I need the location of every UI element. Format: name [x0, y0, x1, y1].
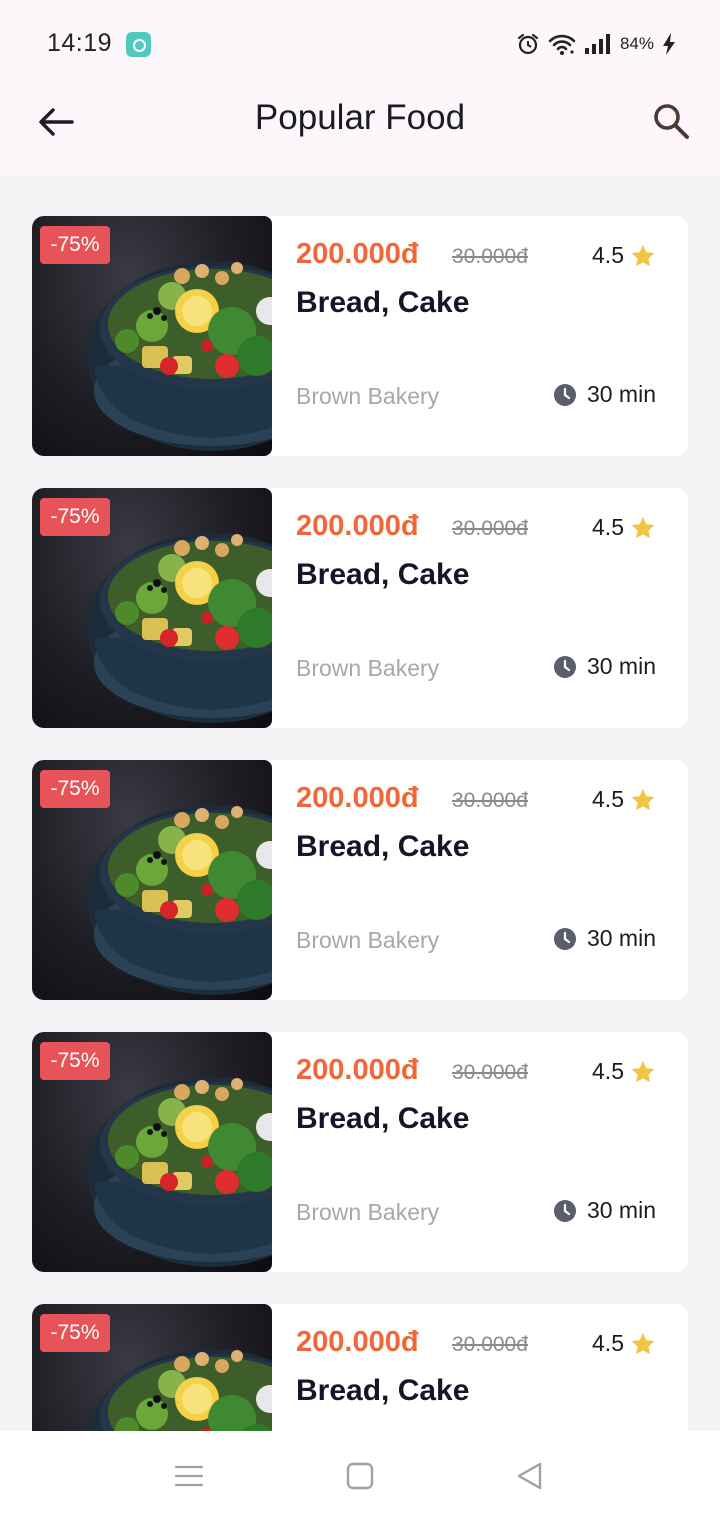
- app-notification-icon: [126, 32, 151, 57]
- star-icon: [631, 244, 655, 266]
- food-name: Bread, Cake: [296, 1102, 470, 1135]
- delivery-time-text: 30 min: [586, 653, 656, 679]
- food-image[interactable]: -75%: [32, 1304, 272, 1431]
- delivery-time-text: 30 min: [586, 381, 656, 407]
- discount-badge: -75%: [40, 770, 110, 808]
- status-time: 14:19: [47, 29, 113, 57]
- shop-name: Brown Bakery: [296, 927, 440, 953]
- alarm-icon: [517, 33, 539, 55]
- rating: 4.5: [592, 514, 656, 541]
- status-bar: 14:19 84%: [0, 0, 720, 80]
- price: 200.000đ: [296, 782, 419, 814]
- price: 200.000đ: [296, 510, 419, 542]
- delivery-time: 30 min: [553, 1197, 656, 1224]
- system-nav-bar: [0, 1431, 720, 1520]
- app-bar: Popular Food: [0, 80, 720, 176]
- old-price: 30.000đ: [452, 1061, 528, 1084]
- clock-icon: [553, 927, 576, 950]
- charging-icon: [663, 33, 675, 55]
- discount-badge: -75%: [40, 498, 110, 536]
- shop-name: Brown Bakery: [296, 655, 440, 681]
- wifi-icon: [548, 34, 576, 55]
- food-name: Bread, Cake: [296, 286, 470, 319]
- food-image[interactable]: -75%: [32, 216, 272, 456]
- food-card[interactable]: -75% 200.000đ 30.000đ 4.5 Bread, Cake Br…: [32, 1304, 688, 1431]
- delivery-time: 30 min: [553, 925, 656, 952]
- rating-value: 4.5: [592, 514, 624, 540]
- food-card[interactable]: -75% 200.000đ 30.000đ 4.5 Bread, Cake Br…: [32, 760, 688, 1000]
- food-name: Bread, Cake: [296, 558, 470, 591]
- old-price: 30.000đ: [452, 245, 528, 268]
- rating-value: 4.5: [592, 786, 624, 812]
- star-icon: [631, 1332, 655, 1354]
- battery-percentage: 84%: [619, 34, 654, 53]
- rating-value: 4.5: [592, 1330, 624, 1356]
- clock-icon: [553, 1199, 576, 1222]
- delivery-time-text: 30 min: [586, 925, 656, 951]
- delivery-time-text: 30 min: [586, 1197, 656, 1223]
- price: 200.000đ: [296, 238, 419, 270]
- rating: 4.5: [592, 786, 656, 813]
- food-card[interactable]: -75% 200.000đ 30.000đ 4.5 Bread, Cake Br…: [32, 1032, 688, 1272]
- discount-badge: -75%: [40, 1314, 110, 1352]
- price: 200.000đ: [296, 1326, 419, 1358]
- food-name: Bread, Cake: [296, 1374, 470, 1407]
- rating: 4.5: [592, 242, 656, 269]
- old-price: 30.000đ: [452, 1333, 528, 1356]
- clock-icon: [553, 383, 576, 406]
- food-name: Bread, Cake: [296, 830, 470, 863]
- clock-icon: [553, 655, 576, 678]
- food-card[interactable]: -75% 200.000đ 30.000đ 4.5 Bread, Cake Br…: [32, 216, 688, 456]
- star-icon: [631, 788, 655, 810]
- menu-icon[interactable]: [174, 1461, 204, 1491]
- signal-icon: [584, 34, 610, 54]
- search-button[interactable]: [648, 98, 694, 144]
- shop-name: Brown Bakery: [296, 1199, 440, 1225]
- rating: 4.5: [592, 1058, 656, 1085]
- rating-value: 4.5: [592, 242, 624, 268]
- rating-value: 4.5: [592, 1058, 624, 1084]
- status-icons: 84%: [516, 30, 676, 58]
- discount-badge: -75%: [40, 226, 110, 264]
- food-image[interactable]: -75%: [32, 1032, 272, 1272]
- rating: 4.5: [592, 1330, 656, 1357]
- price: 200.000đ: [296, 1054, 419, 1086]
- home-icon[interactable]: [345, 1461, 375, 1491]
- discount-badge: -75%: [40, 1042, 110, 1080]
- back-triangle-icon[interactable]: [515, 1461, 545, 1491]
- food-card[interactable]: -75% 200.000đ 30.000đ 4.5 Bread, Cake Br…: [32, 488, 688, 728]
- old-price: 30.000đ: [452, 789, 528, 812]
- old-price: 30.000đ: [452, 517, 528, 540]
- star-icon: [631, 1060, 655, 1082]
- search-icon: [654, 104, 689, 139]
- delivery-time: 30 min: [553, 381, 656, 408]
- food-image[interactable]: -75%: [32, 760, 272, 1000]
- star-icon: [631, 516, 655, 538]
- food-image[interactable]: -75%: [32, 488, 272, 728]
- shop-name: Brown Bakery: [296, 383, 440, 409]
- food-list[interactable]: -75% 200.000đ 30.000đ 4.5 Bread, Cake Br…: [32, 216, 688, 1431]
- delivery-time: 30 min: [553, 653, 656, 680]
- page-title: Popular Food: [254, 98, 466, 137]
